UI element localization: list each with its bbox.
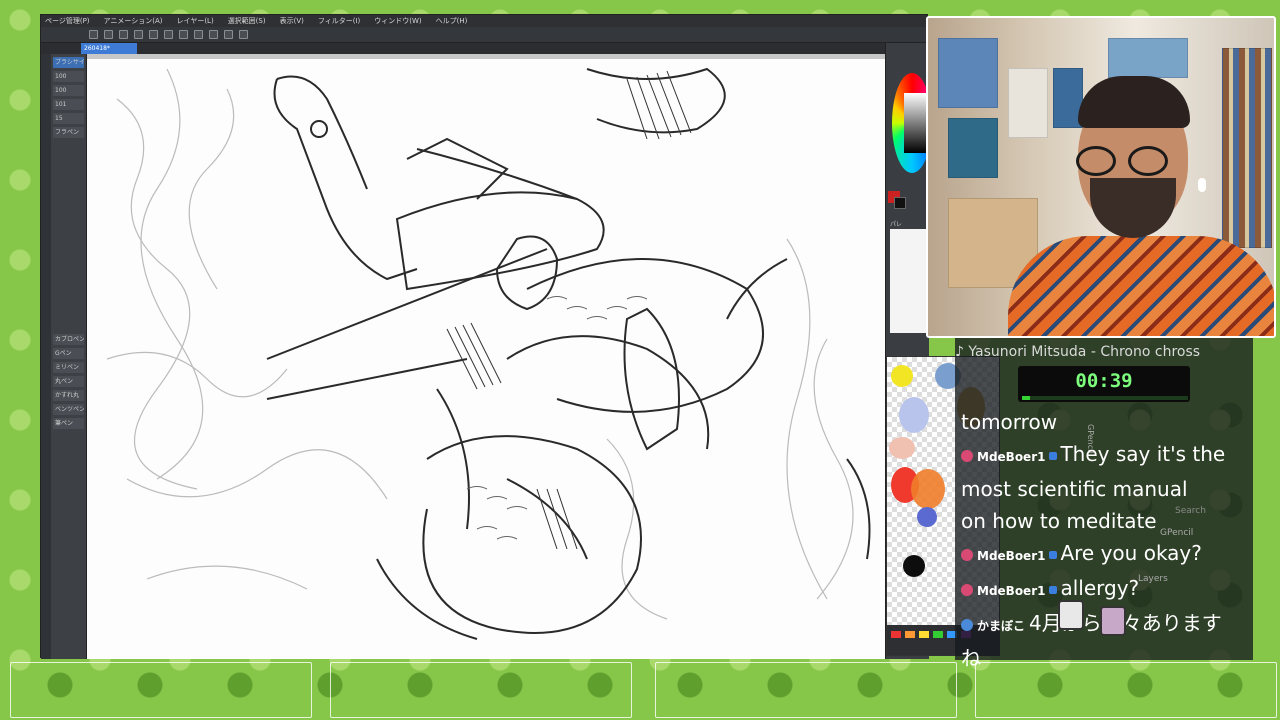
command-bar (41, 27, 927, 43)
redo-icon[interactable] (149, 30, 158, 39)
earbud (1198, 178, 1206, 192)
open-icon[interactable] (104, 30, 113, 39)
bottom-slot (10, 662, 312, 718)
chat-text: Are you okay? (1060, 541, 1202, 565)
chat-text: allergy? (1060, 576, 1140, 600)
chat-username: MdeBoer1 (977, 584, 1046, 598)
menu-item-layer[interactable]: レイヤー(L) (177, 16, 214, 26)
fill-icon[interactable] (164, 30, 173, 39)
tool-prop-row[interactable]: 100 (53, 71, 84, 82)
undo-icon[interactable] (134, 30, 143, 39)
bottom-slot (655, 662, 957, 718)
tool-prop-row[interactable]: 100 (53, 85, 84, 96)
streamer-sweater (1008, 236, 1274, 336)
swatch[interactable] (891, 631, 901, 638)
menu-item-selection[interactable]: 選択範囲(S) (228, 16, 266, 26)
poster (948, 118, 998, 178)
glasses-left (1076, 146, 1116, 176)
subtool-item[interactable]: カブロペン (53, 334, 84, 345)
user-avatar-icon (961, 548, 973, 561)
paint-blob-orange (911, 469, 945, 509)
badge-icon (1049, 451, 1058, 460)
subtool-item[interactable]: Gペン (53, 348, 84, 359)
chat-line: MdeBoer1 They say it's the (961, 438, 1253, 473)
paint-blob-yellow (891, 365, 913, 387)
chat-line: tomorrow (961, 406, 1253, 438)
tool-prop-row[interactable]: フラペン (53, 127, 84, 138)
transform-icon[interactable] (179, 30, 188, 39)
chat-line: MdeBoer1 allergy? (961, 572, 1253, 607)
tool-prop-row[interactable]: 101 (53, 99, 84, 110)
document-tabs: 260418* (41, 43, 927, 54)
stream-layout: ページ管理(P) アニメーション(A) レイヤー(L) 選択範囲(S) 表示(V… (0, 0, 1280, 720)
snap-icon[interactable] (209, 30, 218, 39)
badge-icon (1049, 585, 1058, 594)
subtool-item[interactable]: 丸ペン (53, 376, 84, 387)
chat-username: MdeBoer1 (977, 450, 1046, 464)
drawing-app-window: ページ管理(P) アニメーション(A) レイヤー(L) 選択範囲(S) 表示(V… (40, 14, 932, 659)
document-tab[interactable]: 260418* (81, 43, 137, 54)
now-playing: ♪ Yasunori Mitsuda - Chrono chross (955, 344, 1201, 360)
user-avatar-icon (961, 583, 973, 596)
webcam-feed (926, 16, 1276, 338)
user-avatar-icon (961, 449, 973, 462)
menu-item-window[interactable]: ウィンドウ(W) (374, 16, 421, 26)
streamer-beard (1090, 178, 1176, 238)
poster (1008, 68, 1048, 138)
save-icon[interactable] (119, 30, 128, 39)
pixel-sprite-character (1058, 600, 1084, 630)
timer-progress-fill (1022, 396, 1031, 400)
pixel-sprite-character (1100, 606, 1126, 636)
sketch-artwork (106, 67, 871, 640)
paint-blob-violet (917, 507, 937, 527)
chat-username: MdeBoer1 (977, 549, 1046, 563)
user-avatar-icon (961, 618, 973, 631)
grid-icon[interactable] (239, 30, 248, 39)
swatch[interactable] (933, 631, 943, 638)
chat-line: most scientific manual (961, 473, 1253, 505)
subtool-item[interactable]: かすれ丸 (53, 390, 84, 401)
menu-item-filter[interactable]: フィルター(I) (318, 16, 360, 26)
chat-line: on how to meditate (961, 505, 1253, 537)
bottom-slot (330, 662, 632, 718)
tool-property-panel: ブラシサイズ 100 100 101 15 フラペン カブロペン Gペン ミリペ… (51, 54, 87, 659)
timer-progress-bar (1022, 396, 1188, 400)
palette-tab[interactable]: パレ (890, 219, 902, 228)
glasses-right (1128, 146, 1168, 176)
menu-item-animation[interactable]: アニメーション(A) (104, 16, 163, 26)
paint-blob-pink (889, 437, 915, 459)
ruler-icon[interactable] (224, 30, 233, 39)
swatch[interactable] (905, 631, 915, 638)
select-icon[interactable] (194, 30, 203, 39)
subtool-item[interactable]: ベンツペン (53, 404, 84, 415)
badge-icon (1049, 550, 1058, 559)
chat-text: They say it's the (1060, 442, 1226, 466)
chat-text: on how to meditate (961, 509, 1157, 533)
chat-text: tomorrow (961, 410, 1058, 434)
bottom-slot (975, 662, 1277, 718)
chat-username: かまぼこ (977, 619, 1026, 633)
sub-color-swatch[interactable] (894, 197, 906, 209)
new-icon[interactable] (89, 30, 98, 39)
paint-blob-lavender (899, 397, 929, 433)
tool-prop-row[interactable]: ブラシサイズ (53, 57, 84, 68)
menu-item-help[interactable]: ヘルプ(H) (436, 16, 468, 26)
paint-blob-black (903, 555, 925, 577)
menu-item-view[interactable]: 表示(V) (280, 16, 304, 26)
swatch[interactable] (919, 631, 929, 638)
subtool-item[interactable]: 筆ペン (53, 418, 84, 429)
tool-prop-row[interactable]: 15 (53, 113, 84, 124)
tool-strip (41, 54, 51, 659)
bookshelf (1222, 48, 1272, 248)
poster (938, 38, 998, 108)
streamer-hair (1078, 76, 1190, 128)
menu-item-page[interactable]: ページ管理(P) (45, 16, 90, 26)
chat-text: most scientific manual (961, 477, 1188, 501)
drawing-canvas[interactable] (87, 59, 885, 659)
menu-bar: ページ管理(P) アニメーション(A) レイヤー(L) 選択範囲(S) 表示(V… (41, 15, 927, 27)
chat-line: MdeBoer1 Are you okay? (961, 537, 1253, 572)
navigator-thumbnail (890, 229, 930, 333)
subtool-item[interactable]: ミリペン (53, 362, 84, 373)
poster (1108, 38, 1188, 78)
